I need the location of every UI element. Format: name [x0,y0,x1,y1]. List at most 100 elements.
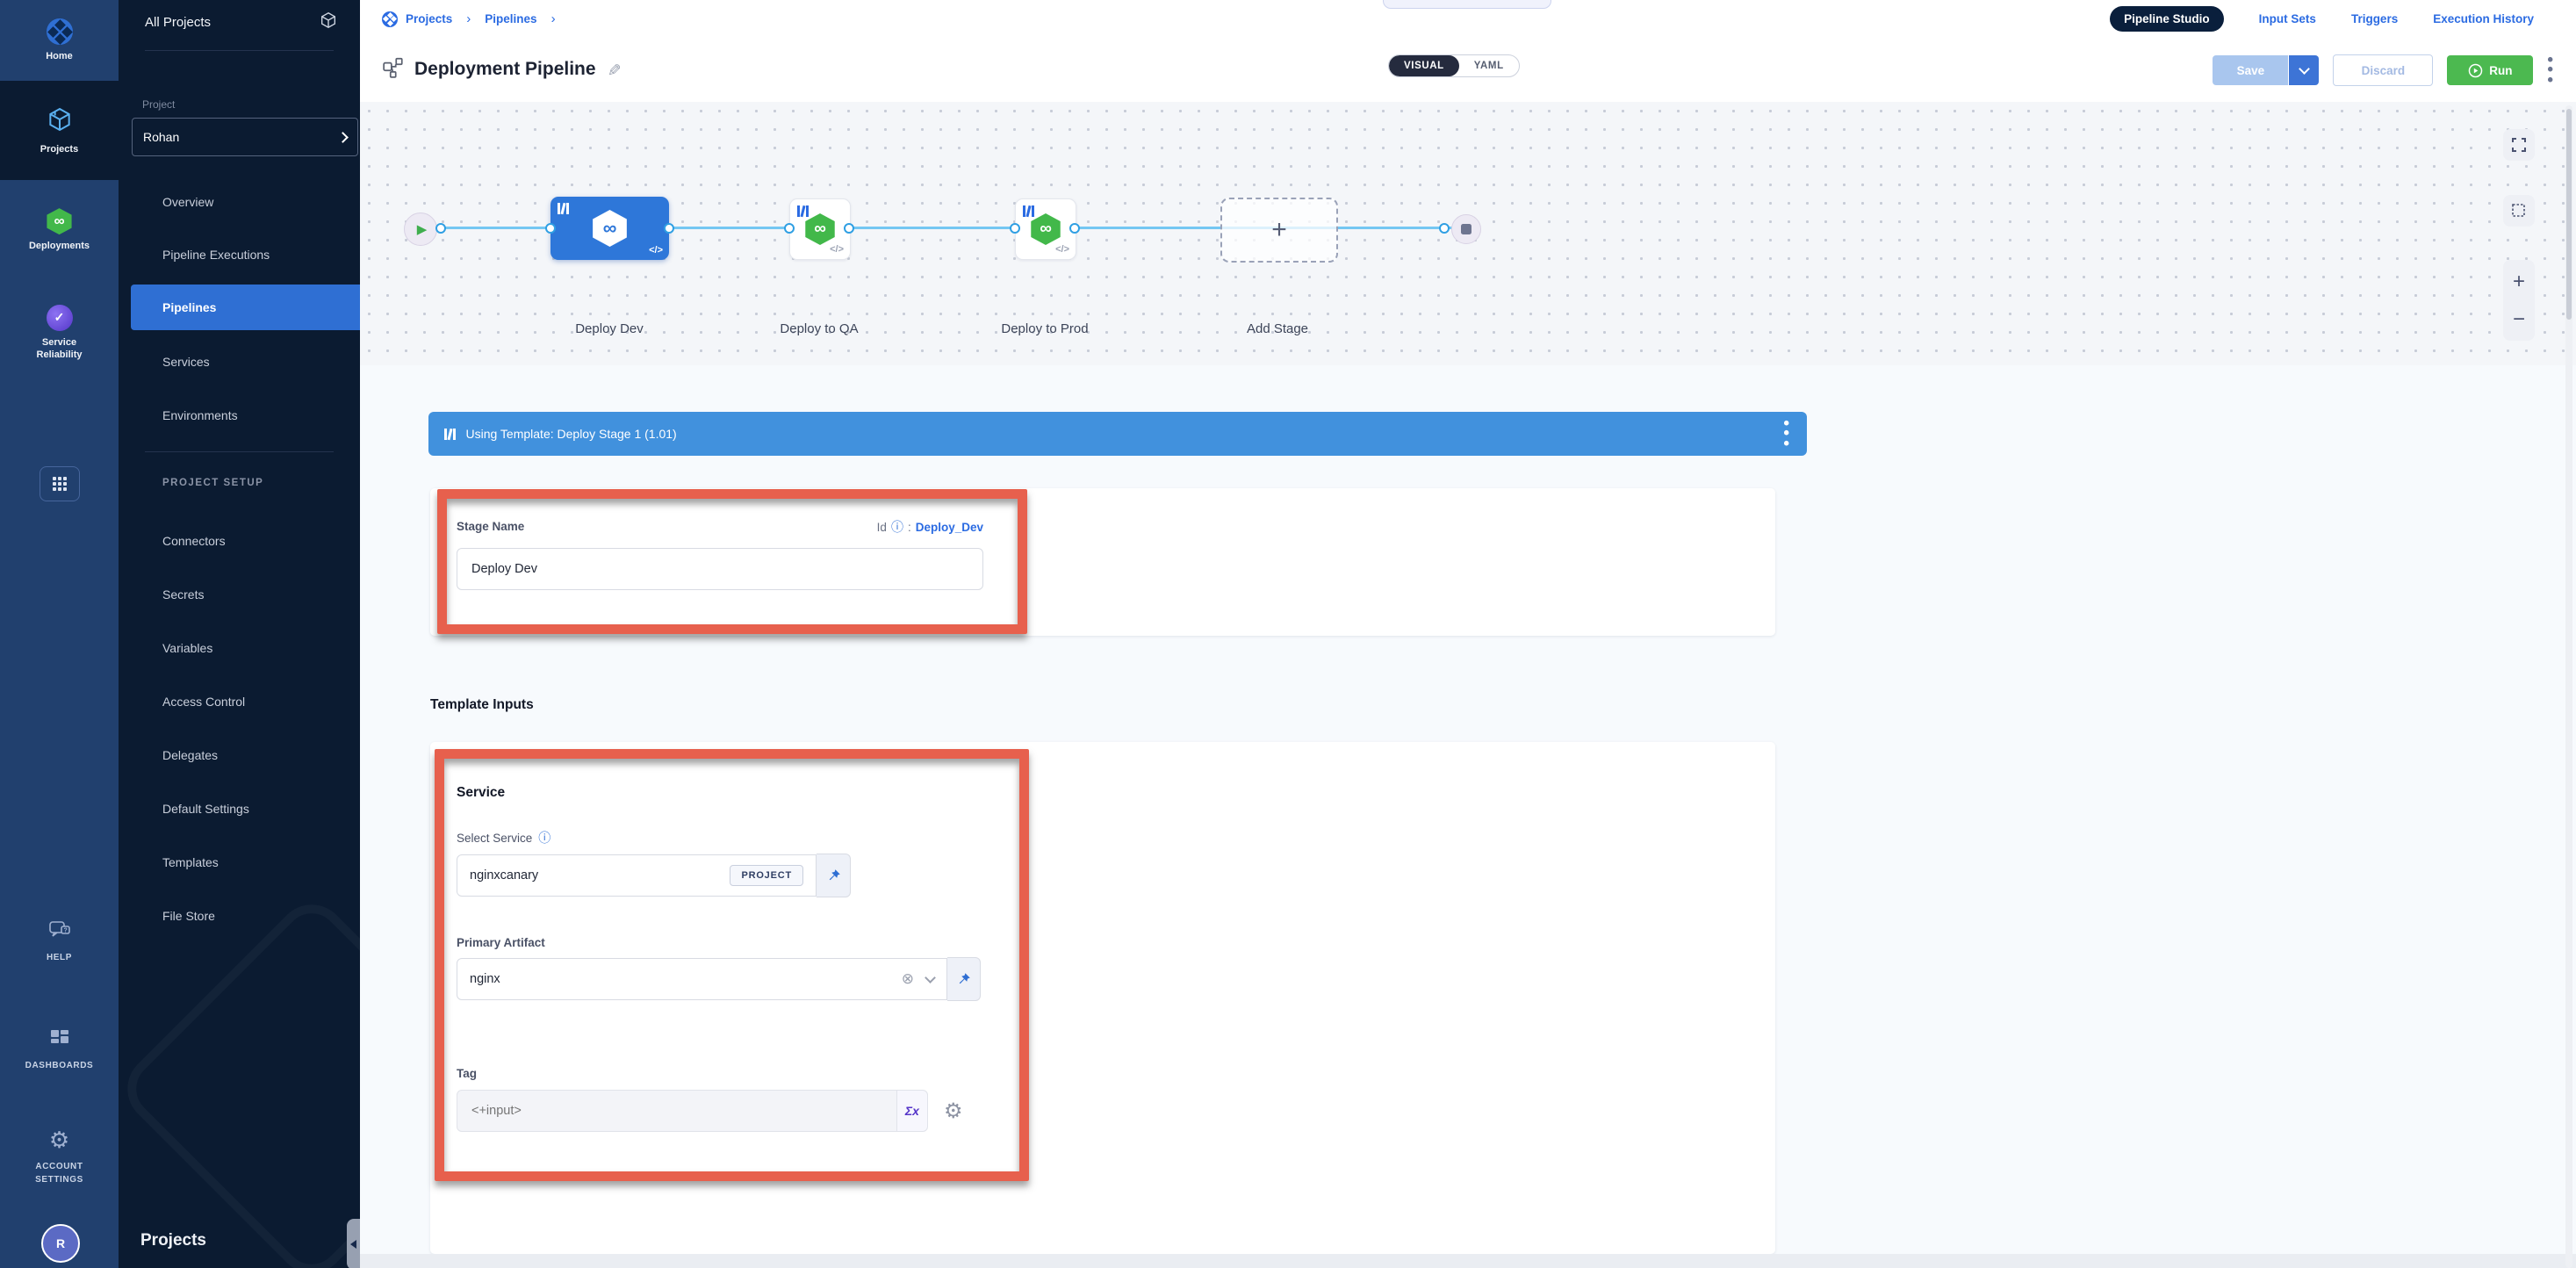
dashboards-icon [49,1027,70,1053]
using-template-label: Using Template: Deploy Stage 1 (1.01) [466,427,677,441]
rail-item-account-settings[interactable]: ⚙ ACCOUNT SETTINGS [0,1117,119,1196]
rail-item-home[interactable]: Home [0,0,119,81]
plus-icon: + [1271,215,1287,245]
sidebar-item-services[interactable]: Services [119,349,360,375]
add-stage-button[interactable]: + [1220,198,1338,263]
project-label: Project [142,98,175,111]
sidebar-item-label: Pipeline Executions [162,248,270,262]
canvas-select-button[interactable] [2503,195,2535,227]
stage-label-deploy-to-qa: Deploy to QA [731,321,907,336]
discard-button[interactable]: Discard [2333,54,2433,86]
code-glyph: </> [649,245,663,256]
sidebar-item-overview[interactable]: Overview [119,189,360,215]
module-picker-button[interactable] [40,466,80,501]
save-split-button: Save [2213,55,2319,85]
tag-row: Σx ⚙ [457,1090,963,1132]
node-port [1069,223,1080,234]
stop-square-icon [1461,224,1471,234]
sidebar-item-label: Overview [162,195,213,209]
sidebar-item-pipelines[interactable]: Pipelines [131,285,360,330]
header-kebab-menu[interactable]: ••• [2547,55,2553,85]
sidebar-item-templates[interactable]: Templates [119,849,360,875]
sidebar-item-variables[interactable]: Variables [119,635,360,661]
tag-input[interactable] [470,1103,896,1119]
scrollbar-thumb[interactable] [2566,109,2572,320]
primary-artifact-input[interactable]: nginx ⊗ [457,958,947,1000]
tab-input-sets[interactable]: Input Sets [2259,12,2316,25]
toggle-yaml[interactable]: YAML [1459,55,1519,76]
tag-settings-gear-icon[interactable]: ⚙ [944,1099,963,1124]
sidebar-collapse-handle[interactable] [347,1219,360,1268]
tag-label: Tag [457,1067,477,1080]
sidebar-item-label: Secrets [162,587,204,602]
header-actions: Save Discard Run ••• [2213,54,2553,86]
sidebar-item-access-control[interactable]: Access Control [119,688,360,715]
sidebar-item-connectors[interactable]: Connectors [119,528,360,554]
template-kebab-menu[interactable]: ••• [1783,419,1789,449]
tab-pipeline-studio[interactable]: Pipeline Studio [2110,6,2224,32]
breadcrumb-projects[interactable]: Projects [406,12,452,25]
primary-artifact-value: nginx [470,972,500,986]
template-library-icon [558,203,569,214]
project-selector[interactable]: Rohan [132,118,358,156]
select-service-input[interactable]: nginxcanary PROJECT [457,854,817,897]
sidebar-item-label: Default Settings [162,802,249,816]
tab-execution-history[interactable]: Execution History [2433,12,2534,25]
tab-triggers[interactable]: Triggers [2351,12,2398,25]
canvas-fit-button[interactable] [2503,129,2535,161]
node-port [435,223,446,234]
stage-name-input[interactable] [470,561,970,577]
rail-item-deployments[interactable]: ∞ Deployments [0,180,119,281]
user-avatar[interactable]: R [41,1224,80,1263]
panel-bottom-strip [360,1254,2576,1268]
app-root: Home Projects ∞ Deployments ✓ Service Re… [0,0,2576,1268]
pipeline-start-node[interactable]: ▶ [404,213,437,246]
sidebar-item-delegates[interactable]: Delegates [119,742,360,768]
toggle-visual[interactable]: VISUAL [1389,55,1459,76]
expression-button[interactable]: Σx [896,1091,927,1131]
sidebar-item-environments[interactable]: Environments [119,402,360,429]
sidebar-item-pipeline-executions[interactable]: Pipeline Executions [119,241,360,268]
add-stage-label: Add Stage [1190,321,1365,336]
info-icon: ⓘ [891,518,903,536]
rail-item-service-reliability[interactable]: ✓ Service Reliability [0,281,119,385]
stage-node-deploy-to-prod[interactable]: ∞ </> [1015,198,1076,260]
service-reliability-icon: ✓ [47,305,73,331]
rail-item-label: Service Reliability [25,337,95,362]
cd-stage-icon: ∞ [803,213,837,245]
stage-node-deploy-dev[interactable]: ∞ </> [550,197,669,260]
help-chat-icon: ? [48,919,71,945]
clear-icon[interactable]: ⊗ [902,970,914,988]
edit-pencil-icon[interactable]: ✎ [602,62,622,76]
rail-item-projects[interactable]: Projects [0,81,119,180]
run-button[interactable]: Run [2447,55,2533,85]
sidebar-item-label: Templates [162,855,219,869]
sidebar-item-secrets[interactable]: Secrets [119,581,360,608]
rail-item-label: HELP [47,951,72,964]
stage-node-deploy-to-qa[interactable]: ∞ </> [789,198,851,260]
all-projects-header[interactable]: All Projects [145,11,338,34]
scrollbar-track[interactable] [2565,105,2572,1268]
stage-label-deploy-dev: Deploy Dev [522,321,697,336]
zoom-in-button[interactable]: + [2513,270,2525,294]
rail-item-help[interactable]: ? HELP [0,913,119,969]
rail-item-dashboards[interactable]: DASHBOARDS [0,1019,119,1080]
stage-id-value: Deploy_Dev [916,521,983,534]
breadcrumb-pipelines[interactable]: Pipelines [485,12,536,25]
project-setup-label: PROJECT SETUP [162,478,263,488]
save-options-button[interactable] [2288,55,2319,85]
sidebar-item-label: Access Control [162,695,245,709]
sidebar-item-default-settings[interactable]: Default Settings [119,796,360,822]
zoom-out-button[interactable]: − [2513,307,2525,332]
bento-grid-icon [40,466,80,501]
pipeline-graph-icon [382,56,405,83]
using-template-bar[interactable]: Using Template: Deploy Stage 1 (1.01) ••… [428,412,1807,456]
start-play-icon: ▶ [417,221,428,237]
pipeline-canvas[interactable]: ▶ ∞ </> Deploy Dev ∞ </> Deploy to QA ∞ … [360,102,2576,366]
pin-artifact-button[interactable] [947,957,981,1001]
save-button[interactable]: Save [2213,55,2288,85]
chevron-down-icon[interactable] [925,972,936,983]
fullscreen-icon [2511,137,2527,153]
pin-service-button[interactable] [817,854,851,897]
pipeline-end-node[interactable] [1451,214,1481,244]
